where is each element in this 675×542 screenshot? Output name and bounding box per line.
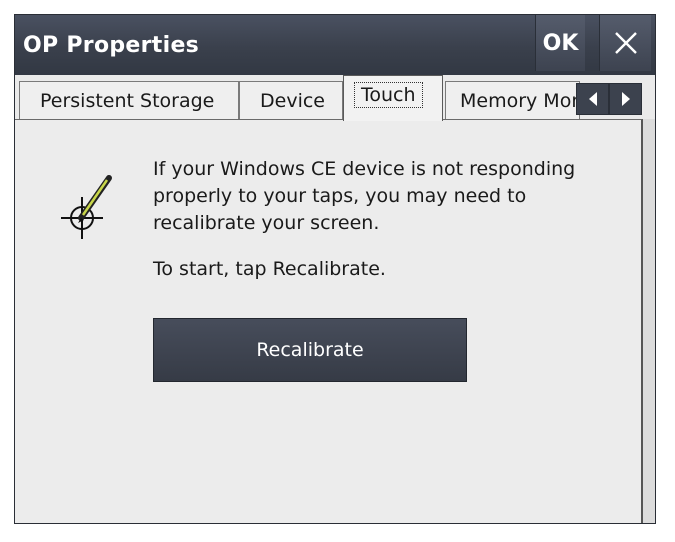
tab-strip: Persistent Storage Device Touch Memory M… [15, 75, 655, 121]
close-button[interactable] [599, 15, 651, 71]
tab-persistent-storage[interactable]: Persistent Storage [19, 81, 239, 119]
recalibrate-instructions: If your Windows CE device is not respond… [153, 158, 576, 234]
start-instructions: To start, tap Recalibrate. [153, 258, 386, 280]
tab-label: Persistent Storage [40, 89, 215, 112]
tab-scroll-left-button[interactable] [576, 83, 609, 115]
stylus-crosshair-icon [61, 175, 112, 239]
tab-touch[interactable]: Touch [343, 75, 443, 121]
window-title: OP Properties [23, 33, 200, 58]
tab-memory-monitoring[interactable]: Memory Mor [445, 81, 580, 119]
tab-label: Touch [354, 81, 423, 108]
touch-tab-panel: If your Windows CE device is not respond… [15, 119, 643, 523]
tab-scroll-right-button[interactable] [609, 83, 642, 115]
ok-button[interactable]: OK [535, 15, 585, 71]
arrow-right-icon [621, 92, 630, 106]
arrow-left-icon [588, 92, 597, 106]
recalibrate-button[interactable]: Recalibrate [153, 318, 467, 382]
close-icon [614, 32, 637, 54]
op-properties-window: OP Properties OK Persistent Storage Devi… [14, 14, 656, 524]
tab-label: Device [260, 89, 325, 112]
panel-edge [643, 119, 655, 523]
tab-scroll-arrows [576, 83, 642, 115]
tab-label: Memory Mor [460, 89, 580, 112]
title-bar: OP Properties OK [15, 15, 655, 75]
tab-device[interactable]: Device [239, 81, 343, 119]
